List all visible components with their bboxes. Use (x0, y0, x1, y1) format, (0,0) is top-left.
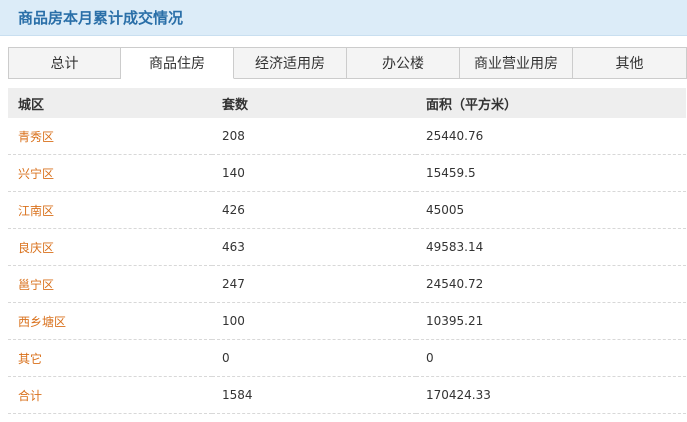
tab-office[interactable]: 办公楼 (347, 47, 460, 79)
units-cell: 100 (212, 302, 416, 340)
units-cell: 463 (212, 228, 416, 266)
units-cell: 1584 (212, 376, 416, 414)
units-cell: 0 (212, 339, 416, 377)
area-cell: 10395.21 (416, 302, 686, 340)
table-row: 其它 0 0 (8, 339, 686, 377)
area-cell: 25440.76 (416, 118, 686, 155)
table-body: 青秀区 208 25440.76 兴宁区 140 15459.5 江南区 426… (8, 118, 686, 414)
total-label[interactable]: 合计 (8, 376, 212, 414)
table-row: 邕宁区 247 24540.72 (8, 265, 686, 303)
column-header-area: 面积（平方米） (416, 88, 686, 118)
tab-commercial-housing[interactable]: 商品住房 (121, 47, 234, 79)
table-header-row: 城区 套数 面积（平方米） (8, 88, 686, 118)
table-row: 青秀区 208 25440.76 (8, 118, 686, 155)
units-cell: 208 (212, 118, 416, 155)
area-cell: 0 (416, 339, 686, 377)
tab-total[interactable]: 总计 (8, 47, 121, 79)
tab-affordable-housing[interactable]: 经济适用房 (234, 47, 347, 79)
area-cell: 24540.72 (416, 265, 686, 303)
units-cell: 426 (212, 191, 416, 229)
table-header: 城区 套数 面积（平方米） (8, 88, 686, 118)
column-header-units: 套数 (212, 88, 416, 118)
transactions-table: 城区 套数 面积（平方米） 青秀区 208 25440.76 兴宁区 140 1… (8, 88, 686, 414)
tab-other[interactable]: 其他 (573, 47, 687, 79)
table-row: 江南区 426 45005 (8, 191, 686, 229)
page-title: 商品房本月累计成交情况 (18, 9, 184, 27)
area-cell: 49583.14 (416, 228, 686, 266)
district-link[interactable]: 其它 (8, 339, 212, 377)
area-cell: 15459.5 (416, 154, 686, 192)
district-link[interactable]: 良庆区 (8, 228, 212, 266)
table-row: 西乡塘区 100 10395.21 (8, 302, 686, 340)
transactions-table-container: 城区 套数 面积（平方米） 青秀区 208 25440.76 兴宁区 140 1… (8, 88, 686, 414)
column-header-district: 城区 (8, 88, 212, 118)
district-link[interactable]: 江南区 (8, 191, 212, 229)
section-header: 商品房本月累计成交情况 (0, 0, 687, 36)
table-row: 良庆区 463 49583.14 (8, 228, 686, 266)
area-cell: 170424.33 (416, 376, 686, 414)
district-link[interactable]: 邕宁区 (8, 265, 212, 303)
tab-commercial-business[interactable]: 商业营业用房 (460, 47, 573, 79)
district-link[interactable]: 青秀区 (8, 118, 212, 155)
district-link[interactable]: 西乡塘区 (8, 302, 212, 340)
table-row: 兴宁区 140 15459.5 (8, 154, 686, 192)
district-link[interactable]: 兴宁区 (8, 154, 212, 192)
units-cell: 247 (212, 265, 416, 303)
table-row-total: 合计 1584 170424.33 (8, 376, 686, 414)
category-tabs: 总计 商品住房 经济适用房 办公楼 商业营业用房 其他 (8, 47, 687, 79)
area-cell: 45005 (416, 191, 686, 229)
units-cell: 140 (212, 154, 416, 192)
